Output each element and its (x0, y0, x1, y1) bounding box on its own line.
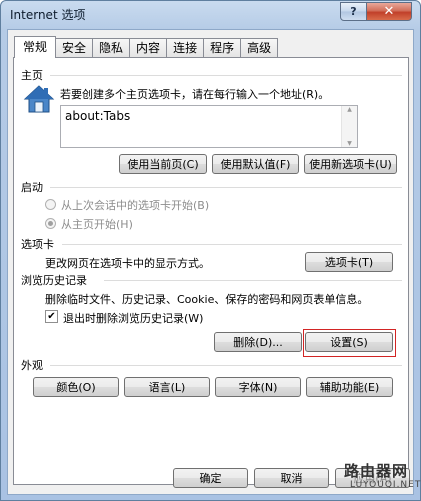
window-title: Internet 选项 (10, 8, 86, 22)
startup-divider (50, 187, 402, 188)
languages-button[interactable]: 语言(L) (124, 377, 210, 397)
dialog-client-area: 常规 安全 隐私 内容 连接 程序 高级 主页 若要创建多个主页选项卡，请在每行… (7, 29, 414, 495)
history-section-title: 浏览历史记录 (21, 274, 87, 287)
tab-programs[interactable]: 程序 (203, 38, 242, 58)
homepage-divider (50, 75, 402, 76)
tab-connections[interactable]: 连接 (166, 38, 205, 58)
ok-button[interactable]: 确定 (173, 468, 248, 488)
homepage-section-title: 主页 (21, 69, 43, 82)
colors-button[interactable]: 颜色(O) (33, 377, 119, 397)
tab-content[interactable]: 内容 (129, 38, 168, 58)
general-tab-panel: 主页 若要创建多个主页选项卡，请在每行输入一个地址(R)。 about:Tabs… (13, 57, 409, 485)
fonts-button[interactable]: 字体(N) (215, 377, 301, 397)
cancel-button[interactable]: 取消 (254, 468, 329, 488)
house-icon (23, 84, 55, 117)
history-divider (104, 280, 402, 281)
tab-security[interactable]: 安全 (55, 38, 94, 58)
delete-on-exit-label: 退出时删除浏览历史记录(W) (63, 312, 204, 325)
tabs-settings-button[interactable]: 选项卡(T) (305, 252, 393, 272)
tabs-divider (62, 244, 402, 245)
radio-last-session[interactable] (45, 199, 56, 210)
use-new-tab-button[interactable]: 使用新选项卡(U) (304, 154, 397, 174)
tab-privacy[interactable]: 隐私 (92, 38, 131, 58)
startup-section-title: 启动 (21, 181, 43, 194)
radio-homepage-label: 从主页开始(H) (61, 218, 133, 231)
homepage-instruction: 若要创建多个主页选项卡，请在每行输入一个地址(R)。 (60, 88, 330, 101)
homepage-address-value: about:Tabs (65, 109, 131, 123)
appearance-divider (50, 365, 402, 366)
use-current-button[interactable]: 使用当前页(C) (119, 154, 207, 174)
scroll-up-icon[interactable]: ▲ (347, 106, 352, 113)
homepage-address-field[interactable]: about:Tabs ▲ ▼ (60, 105, 358, 148)
radio-last-session-label: 从上次会话中的选项卡开始(B) (61, 199, 210, 212)
tab-general[interactable]: 常规 (14, 36, 57, 58)
internet-options-window: Internet 选项 ? ✕ 常规 安全 隐私 内容 连接 程序 高级 主页 (0, 0, 421, 501)
close-button[interactable]: ✕ (366, 2, 412, 21)
appearance-section-title: 外观 (21, 359, 43, 372)
delete-history-button[interactable]: 删除(D)... (214, 332, 302, 352)
tab-advanced[interactable]: 高级 (240, 38, 279, 58)
history-settings-button[interactable]: 设置(S) (305, 332, 393, 352)
use-default-button[interactable]: 使用默认值(F) (212, 154, 299, 174)
history-description: 删除临时文件、历史记录、Cookie、保存的密码和网页表单信息。 (45, 293, 369, 306)
watermark-url: LUYOUQI.NET (350, 480, 421, 490)
help-button[interactable]: ? (340, 2, 367, 21)
delete-on-exit-checkbox[interactable]: ✔ (45, 310, 58, 323)
tab-strip: 常规 安全 隐私 内容 连接 程序 高级 (14, 36, 279, 58)
accessibility-button[interactable]: 辅助功能(E) (306, 377, 393, 397)
tabs-section-title: 选项卡 (21, 238, 54, 251)
radio-homepage[interactable] (45, 218, 56, 229)
textarea-scrollbar[interactable]: ▲ ▼ (341, 106, 357, 147)
watermark-text: 路由器网 (344, 462, 409, 480)
tabs-description: 更改网页在选项卡中的显示方式。 (45, 257, 210, 270)
scroll-down-icon[interactable]: ▼ (347, 140, 352, 147)
